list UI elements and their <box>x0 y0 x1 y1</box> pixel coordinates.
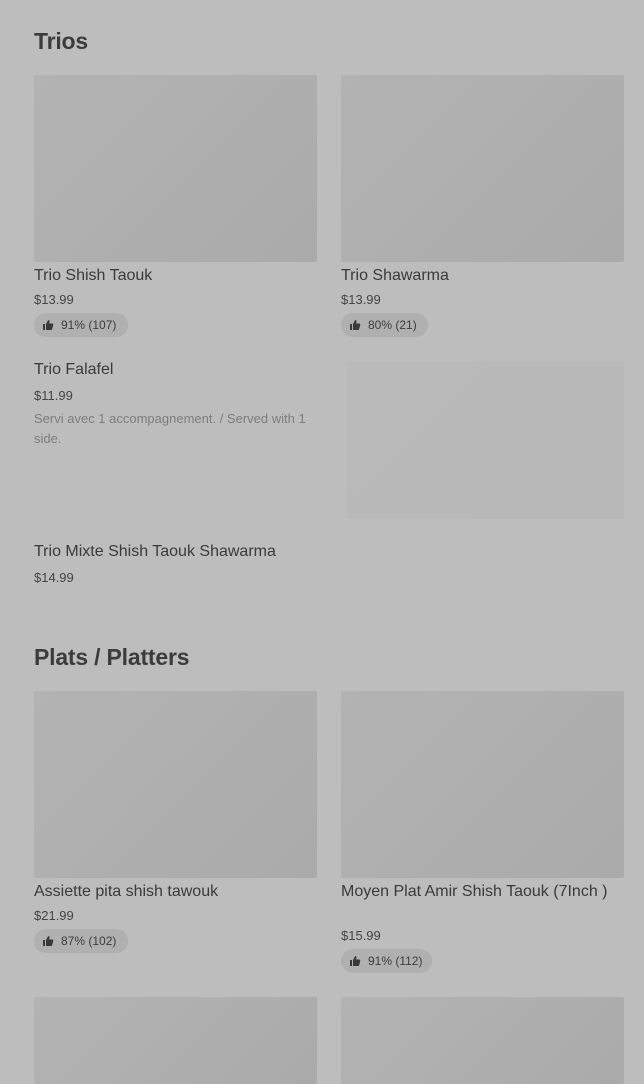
item-price-trio-falafel: $11.99 <box>34 388 73 403</box>
item-price-assiette-pita: $21.99 <box>34 908 74 923</box>
item-name-trio-mixte[interactable]: Trio Mixte Shish Taouk Shawarma <box>34 542 276 562</box>
rating-badge-trio-shawarma: 80% (21) <box>341 313 428 337</box>
item-price-trio-shish-taouk: $13.99 <box>34 292 74 307</box>
item-name-trio-shish-taouk[interactable]: Trio Shish Taouk <box>34 266 152 286</box>
rating-text: 80% (21) <box>368 318 417 332</box>
item-image-trio-shish-taouk[interactable] <box>34 75 317 262</box>
rating-badge-trio-shish-taouk: 91% (107) <box>34 313 128 337</box>
thumbs-up-icon <box>43 936 54 946</box>
rating-badge-assiette-pita: 87% (102) <box>34 929 128 953</box>
rating-text: 91% (112) <box>368 954 423 968</box>
item-name-moyen-plat-amir[interactable]: Moyen Plat Amir Shish Taouk (7Inch ) <box>341 882 624 902</box>
item-image-assiette-pita[interactable] <box>34 691 317 878</box>
thumbs-up-icon <box>350 956 361 966</box>
rating-badge-moyen-plat-amir: 91% (112) <box>341 949 432 973</box>
item-price-trio-shawarma: $13.99 <box>341 292 381 307</box>
item-price-trio-mixte: $14.99 <box>34 570 74 585</box>
section-title-platters: Plats / Platters <box>34 644 190 670</box>
item-name-trio-shawarma[interactable]: Trio Shawarma <box>341 266 449 286</box>
section-title-trios: Trios <box>34 28 88 54</box>
thumbs-up-icon <box>350 320 361 330</box>
item-image-trio-shawarma[interactable] <box>341 75 624 262</box>
item-name-assiette-pita[interactable]: Assiette pita shish tawouk <box>34 882 218 902</box>
rating-text: 91% (107) <box>61 318 117 332</box>
item-description-trio-falafel: Servi avec 1 accompagnement. / Served wi… <box>34 411 306 446</box>
thumbs-up-icon <box>43 320 54 330</box>
item-image-next-right[interactable] <box>341 997 624 1084</box>
item-image-moyen-plat-amir[interactable] <box>341 691 624 878</box>
item-image-next-left[interactable] <box>34 997 317 1084</box>
item-image-trio-falafel[interactable] <box>347 361 624 519</box>
item-price-moyen-plat-amir: $15.99 <box>341 928 381 943</box>
rating-text: 87% (102) <box>61 934 117 948</box>
item-name-trio-falafel[interactable]: Trio Falafel <box>34 360 113 380</box>
